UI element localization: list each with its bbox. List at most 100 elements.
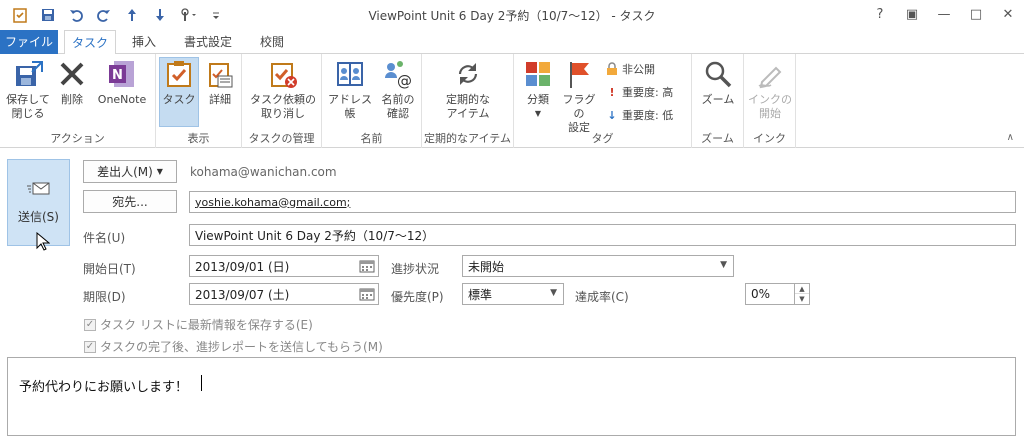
percent-complete-input[interactable]: 0% <box>745 283 795 305</box>
priority-dropdown-icon: ▼ <box>550 288 557 298</box>
status-dropdown-icon: ▼ <box>720 260 727 270</box>
group-label-show: 表示 <box>187 132 210 145</box>
collapse-ribbon-icon[interactable]: ∧ <box>1007 132 1014 143</box>
group-names: アドレス帳 @ 名前の 確認 名前 <box>322 54 422 148</box>
ribbon-display-button[interactable]: ▣ <box>896 0 928 28</box>
group-label-recurrence: 定期的なアイテム <box>424 132 511 145</box>
text-cursor <box>201 375 202 391</box>
from-button[interactable]: 差出人(M) ▼ <box>83 160 177 183</box>
group-zoom: ズーム ズーム <box>692 54 744 148</box>
title-bar: ViewPoint Unit 6 Day 2予約（10/7～12） - タスク … <box>0 0 1024 30</box>
task-body-text[interactable]: 予約代わりにお願いします！ <box>19 376 188 395</box>
status-report-checkbox-row[interactable]: ✓ タスクの完了後、進捗レポートを送信してもらう(M) <box>84 338 383 355</box>
save-close-label-1: 保存して <box>6 93 50 106</box>
private-button[interactable]: 非公開 <box>606 60 655 78</box>
address-book-button[interactable]: アドレス帳 <box>325 58 375 130</box>
onenote-button[interactable]: N OneNote <box>92 58 152 130</box>
status-label: 進捗状況 <box>391 262 440 276</box>
cancel-assignment-label-2: 取り消し <box>261 107 305 120</box>
due-date-value: 2013/09/07 (土) <box>195 287 290 302</box>
status-report-checkbox[interactable]: ✓ <box>84 340 96 353</box>
help-button[interactable]: ? <box>864 0 896 28</box>
touch-mode-icon[interactable] <box>174 5 202 25</box>
follow-up-label-1: フラグの <box>562 93 596 120</box>
recurrence-button[interactable]: 定期的な アイテム <box>434 58 502 130</box>
check-names-button[interactable]: @ 名前の 確認 <box>378 58 418 130</box>
tab-task[interactable]: タスク <box>64 30 116 55</box>
address-book-icon <box>334 58 366 90</box>
save-updates-checkbox[interactable]: ✓ <box>84 318 96 331</box>
categorize-dropdown-icon: ▼ <box>534 109 542 118</box>
minimize-button[interactable]: — <box>928 0 960 28</box>
subject-label: 件名(U) <box>83 231 126 245</box>
to-button[interactable]: 宛先... <box>83 190 177 213</box>
private-label: 非公開 <box>622 63 655 76</box>
high-importance-button[interactable]: ! 重要度: 高 <box>606 83 673 101</box>
start-date-value: 2013/09/01 (日) <box>195 259 290 274</box>
recurrence-label-1: 定期的な <box>446 93 490 106</box>
subject-input[interactable]: ViewPoint Unit 6 Day 2予約（10/7～12） <box>189 224 1016 246</box>
flag-icon <box>563 58 595 90</box>
redo-icon[interactable] <box>90 5 118 25</box>
status-value: 未開始 <box>468 259 505 274</box>
up-arrow-icon[interactable] <box>118 5 146 25</box>
start-inking-button[interactable]: インクの 開始 <box>748 58 792 130</box>
onenote-label: OneNote <box>97 93 147 106</box>
maximize-button[interactable]: □ <box>960 0 992 28</box>
start-date-label: 開始日(T) <box>83 262 136 276</box>
follow-up-button[interactable]: フラグの 設定 <box>558 58 600 134</box>
tab-format[interactable]: 書式設定 <box>176 30 240 54</box>
delete-button[interactable]: 削除 <box>54 58 90 130</box>
calendar-icon[interactable] <box>359 287 375 301</box>
tab-file[interactable]: ファイル <box>0 30 58 54</box>
lock-icon <box>607 62 617 75</box>
zoom-button[interactable]: ズーム <box>698 58 738 130</box>
due-date-field[interactable]: 2013/09/07 (土) <box>189 283 379 305</box>
low-importance-label: 重要度: 低 <box>622 109 674 122</box>
details-button[interactable]: 詳細 <box>202 58 238 130</box>
low-importance-button[interactable]: ↓ 重要度: 低 <box>606 106 673 124</box>
priority-select[interactable]: 標準 ▼ <box>462 283 564 305</box>
undo-icon[interactable] <box>62 5 90 25</box>
save-close-button[interactable]: 保存して 閉じる <box>4 58 52 130</box>
cancel-assignment-button[interactable]: タスク依頼の 取り消し <box>248 58 318 130</box>
calendar-icon[interactable] <box>359 259 375 273</box>
to-recipient[interactable]: yoshie.kohama@gmail.com; <box>195 196 350 209</box>
group-manage-task: タスク依頼の 取り消し タスクの管理 <box>242 54 322 148</box>
categorize-button[interactable]: 分類 ▼ <box>520 58 556 130</box>
onenote-icon: N <box>106 58 138 90</box>
svg-text:@: @ <box>397 72 412 90</box>
down-arrow-icon[interactable] <box>146 5 174 25</box>
address-book-label: アドレス帳 <box>328 93 372 120</box>
check-names-label-1: 名前の <box>381 93 415 106</box>
ribbon: 保存して 閉じる 削除 N OneNote アクション タスク 詳細 表示 タス… <box>0 54 1024 148</box>
group-recurrence: 定期的な アイテム 定期的なアイテム <box>422 54 514 148</box>
save-updates-checkbox-row[interactable]: ✓ タスク リストに最新情報を保存する(E) <box>84 316 313 333</box>
stepper-up-icon[interactable]: ▲ <box>795 284 809 294</box>
percent-stepper[interactable]: ▲ ▼ <box>795 283 810 305</box>
to-field[interactable]: yoshie.kohama@gmail.com; <box>189 191 1016 213</box>
tab-insert[interactable]: 挿入 <box>124 30 164 54</box>
close-button[interactable]: ✕ <box>992 0 1024 28</box>
envelope-icon <box>26 182 49 195</box>
details-label: 詳細 <box>209 93 231 106</box>
task-body-editor[interactable]: 予約代わりにお願いします！ <box>7 357 1016 436</box>
task-view-button[interactable]: タスク <box>159 57 199 127</box>
save-icon[interactable] <box>34 5 62 25</box>
group-label-zoom: ズーム <box>701 132 734 145</box>
start-date-field[interactable]: 2013/09/01 (日) <box>189 255 379 277</box>
send-button[interactable]: 送信(S) <box>7 159 70 251</box>
high-importance-label: 重要度: 高 <box>622 86 674 99</box>
svg-text:N: N <box>112 68 123 83</box>
tab-review[interactable]: 校閲 <box>252 30 292 54</box>
stepper-down-icon[interactable]: ▼ <box>795 294 809 304</box>
group-tags: 分類 ▼ フラグの 設定 非公開 ! 重要度: 高 ↓ 重要度: 低 タグ <box>514 54 692 148</box>
down-arrow-importance-icon: ↓ <box>607 108 617 122</box>
status-report-label: タスクの完了後、進捗レポートを送信してもらう(M) <box>100 340 383 354</box>
status-select[interactable]: 未開始 ▼ <box>462 255 734 277</box>
task-app-icon[interactable] <box>6 5 34 25</box>
customize-qat-icon[interactable] <box>202 5 230 25</box>
cancel-assignment-icon <box>267 58 299 90</box>
send-label: 送信(S) <box>18 210 59 224</box>
group-label-manage: タスクの管理 <box>248 132 315 145</box>
